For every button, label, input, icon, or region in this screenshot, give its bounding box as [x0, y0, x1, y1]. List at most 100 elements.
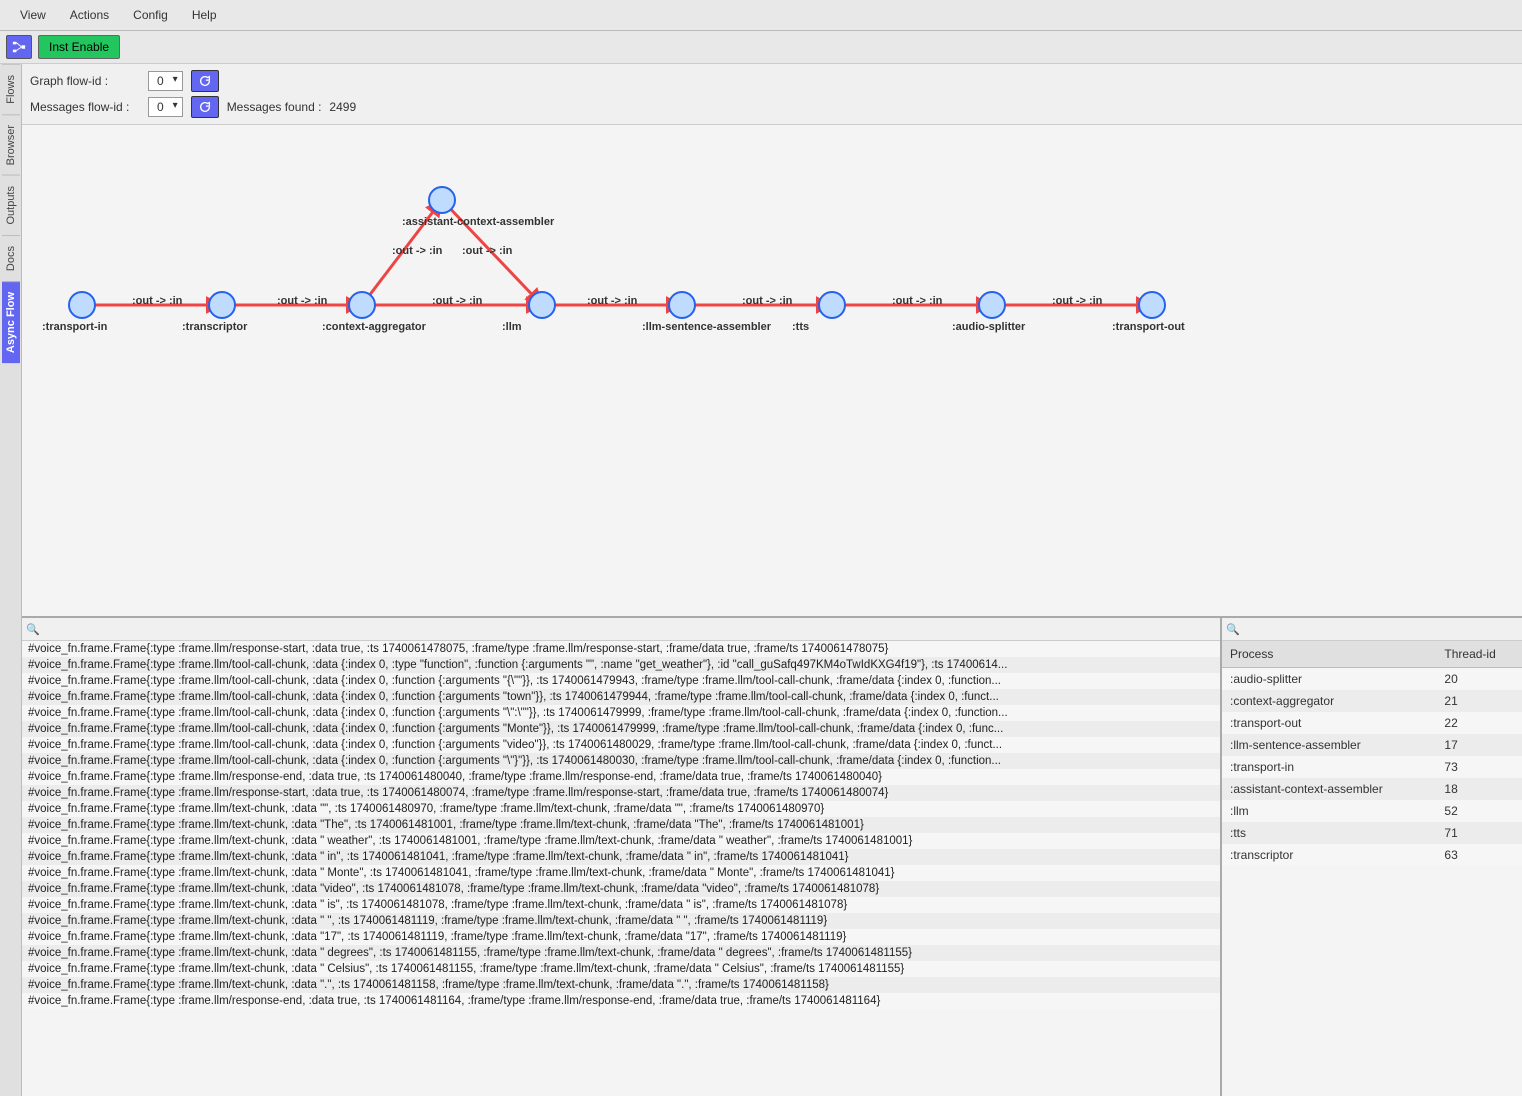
- cell-thread-id: 22: [1436, 712, 1522, 734]
- message-row[interactable]: #voice_fn.frame.Frame{:type :frame.llm/t…: [22, 721, 1220, 737]
- cell-process: :transport-in: [1222, 756, 1436, 778]
- message-row[interactable]: #voice_fn.frame.Frame{:type :frame.llm/r…: [22, 641, 1220, 657]
- message-row[interactable]: #voice_fn.frame.Frame{:type :frame.llm/t…: [22, 945, 1220, 961]
- menu-config[interactable]: Config: [121, 4, 180, 26]
- tab-outputs[interactable]: Outputs: [2, 175, 20, 235]
- search-icon: [26, 622, 40, 636]
- graph-edge-label: :out -> :in: [432, 295, 482, 307]
- messages-list[interactable]: #voice_fn.frame.Frame{:type :frame.llm/r…: [22, 641, 1220, 1096]
- inst-enable-button[interactable]: Inst Enable: [38, 35, 120, 59]
- graph-node-label: :transport-in: [42, 321, 107, 333]
- cell-process: :audio-splitter: [1222, 668, 1436, 691]
- graph-node-label: :transcriptor: [182, 321, 247, 333]
- graph-node-label: :llm-sentence-assembler: [642, 321, 771, 333]
- cell-thread-id: 20: [1436, 668, 1522, 691]
- cell-thread-id: 63: [1436, 844, 1522, 866]
- graph-node-label: :assistant-context-assembler: [402, 216, 554, 228]
- message-row[interactable]: #voice_fn.frame.Frame{:type :frame.llm/t…: [22, 817, 1220, 833]
- messages-flow-id-select[interactable]: 0: [148, 97, 183, 117]
- cell-process: :llm: [1222, 800, 1436, 822]
- graph-node-label: :llm: [502, 321, 522, 333]
- col-thread-id[interactable]: Thread-id: [1436, 641, 1522, 668]
- threads-search-input[interactable]: [1240, 620, 1518, 638]
- messages-found-value: 2499: [329, 100, 356, 114]
- message-row[interactable]: #voice_fn.frame.Frame{:type :frame.llm/t…: [22, 753, 1220, 769]
- message-row[interactable]: #voice_fn.frame.Frame{:type :frame.llm/r…: [22, 785, 1220, 801]
- graph-edge-label: :out -> :in: [1052, 295, 1102, 307]
- cell-process: :transcriptor: [1222, 844, 1436, 866]
- cell-thread-id: 21: [1436, 690, 1522, 712]
- graph-edge-label: :out -> :in: [132, 295, 182, 307]
- message-row[interactable]: #voice_fn.frame.Frame{:type :frame.llm/t…: [22, 865, 1220, 881]
- toolbar: Inst Enable: [0, 31, 1522, 64]
- graph-flow-id-label: Graph flow-id :: [30, 74, 140, 88]
- message-row[interactable]: #voice_fn.frame.Frame{:type :frame.llm/t…: [22, 737, 1220, 753]
- flow-icon-button[interactable]: [6, 35, 32, 59]
- cell-thread-id: 52: [1436, 800, 1522, 822]
- table-row[interactable]: :transport-in73: [1222, 756, 1522, 778]
- messages-flow-id-label: Messages flow-id :: [30, 100, 140, 114]
- message-row[interactable]: #voice_fn.frame.Frame{:type :frame.llm/r…: [22, 769, 1220, 785]
- messages-panel: #voice_fn.frame.Frame{:type :frame.llm/r…: [22, 618, 1222, 1096]
- table-row[interactable]: :llm52: [1222, 800, 1522, 822]
- message-row[interactable]: #voice_fn.frame.Frame{:type :frame.llm/t…: [22, 977, 1220, 993]
- messages-refresh-button[interactable]: [191, 96, 219, 118]
- table-row[interactable]: :assistant-context-assembler18: [1222, 778, 1522, 800]
- menu-actions[interactable]: Actions: [58, 4, 121, 26]
- graph-edge-label: :out -> :in: [892, 295, 942, 307]
- table-row[interactable]: :context-aggregator21: [1222, 690, 1522, 712]
- tab-flows[interactable]: Flows: [2, 64, 20, 114]
- table-row[interactable]: :transcriptor63: [1222, 844, 1522, 866]
- message-row[interactable]: #voice_fn.frame.Frame{:type :frame.llm/r…: [22, 993, 1220, 1009]
- search-icon: [1226, 622, 1240, 636]
- message-row[interactable]: #voice_fn.frame.Frame{:type :frame.llm/t…: [22, 929, 1220, 945]
- threads-table: Process Thread-id :audio-splitter20:cont…: [1222, 641, 1522, 866]
- graph-edge-label: :out -> :in: [462, 245, 512, 257]
- graph-edge-label: :out -> :in: [742, 295, 792, 307]
- message-row[interactable]: #voice_fn.frame.Frame{:type :frame.llm/t…: [22, 913, 1220, 929]
- message-row[interactable]: #voice_fn.frame.Frame{:type :frame.llm/t…: [22, 673, 1220, 689]
- cell-process: :assistant-context-assembler: [1222, 778, 1436, 800]
- cell-thread-id: 17: [1436, 734, 1522, 756]
- message-row[interactable]: #voice_fn.frame.Frame{:type :frame.llm/t…: [22, 689, 1220, 705]
- message-row[interactable]: #voice_fn.frame.Frame{:type :frame.llm/t…: [22, 657, 1220, 673]
- message-row[interactable]: #voice_fn.frame.Frame{:type :frame.llm/t…: [22, 897, 1220, 913]
- message-row[interactable]: #voice_fn.frame.Frame{:type :frame.llm/t…: [22, 961, 1220, 977]
- graph-node-label: :context-aggregator: [322, 321, 426, 333]
- message-row[interactable]: #voice_fn.frame.Frame{:type :frame.llm/t…: [22, 849, 1220, 865]
- cell-thread-id: 18: [1436, 778, 1522, 800]
- message-row[interactable]: #voice_fn.frame.Frame{:type :frame.llm/t…: [22, 881, 1220, 897]
- cell-process: :context-aggregator: [1222, 690, 1436, 712]
- cell-process: :tts: [1222, 822, 1436, 844]
- table-row[interactable]: :transport-out22: [1222, 712, 1522, 734]
- cell-thread-id: 71: [1436, 822, 1522, 844]
- graph-node-label: :transport-out: [1112, 321, 1185, 333]
- tab-browser[interactable]: Browser: [2, 114, 20, 175]
- left-side-tabs: Flows Browser Outputs Docs Async Flow: [0, 64, 22, 1096]
- graph-flow-id-select[interactable]: 0: [148, 71, 183, 91]
- message-row[interactable]: #voice_fn.frame.Frame{:type :frame.llm/t…: [22, 705, 1220, 721]
- graph-canvas[interactable]: :transport-in :transcriptor :context-aggre…: [22, 125, 1522, 616]
- message-row[interactable]: #voice_fn.frame.Frame{:type :frame.llm/t…: [22, 833, 1220, 849]
- message-row[interactable]: #voice_fn.frame.Frame{:type :frame.llm/t…: [22, 801, 1220, 817]
- graph-edge-label: :out -> :in: [587, 295, 637, 307]
- graph-refresh-button[interactable]: [191, 70, 219, 92]
- menu-view[interactable]: View: [8, 4, 58, 26]
- menubar: View Actions Config Help: [0, 0, 1522, 31]
- messages-search-input[interactable]: [40, 620, 1216, 638]
- table-row[interactable]: :llm-sentence-assembler17: [1222, 734, 1522, 756]
- tab-docs[interactable]: Docs: [2, 235, 20, 281]
- table-row[interactable]: :tts71: [1222, 822, 1522, 844]
- cell-thread-id: 73: [1436, 756, 1522, 778]
- col-process[interactable]: Process: [1222, 641, 1436, 668]
- menu-help[interactable]: Help: [180, 4, 229, 26]
- threads-panel: Process Thread-id :audio-splitter20:cont…: [1222, 618, 1522, 1096]
- cell-process: :transport-out: [1222, 712, 1436, 734]
- messages-found-label: Messages found :: [227, 100, 322, 114]
- graph-node-label: :tts: [792, 321, 809, 333]
- graph-node-label: :audio-splitter: [952, 321, 1025, 333]
- graph-edge-label: :out -> :in: [277, 295, 327, 307]
- cell-process: :llm-sentence-assembler: [1222, 734, 1436, 756]
- table-row[interactable]: :audio-splitter20: [1222, 668, 1522, 691]
- tab-async-flow[interactable]: Async Flow: [2, 281, 20, 363]
